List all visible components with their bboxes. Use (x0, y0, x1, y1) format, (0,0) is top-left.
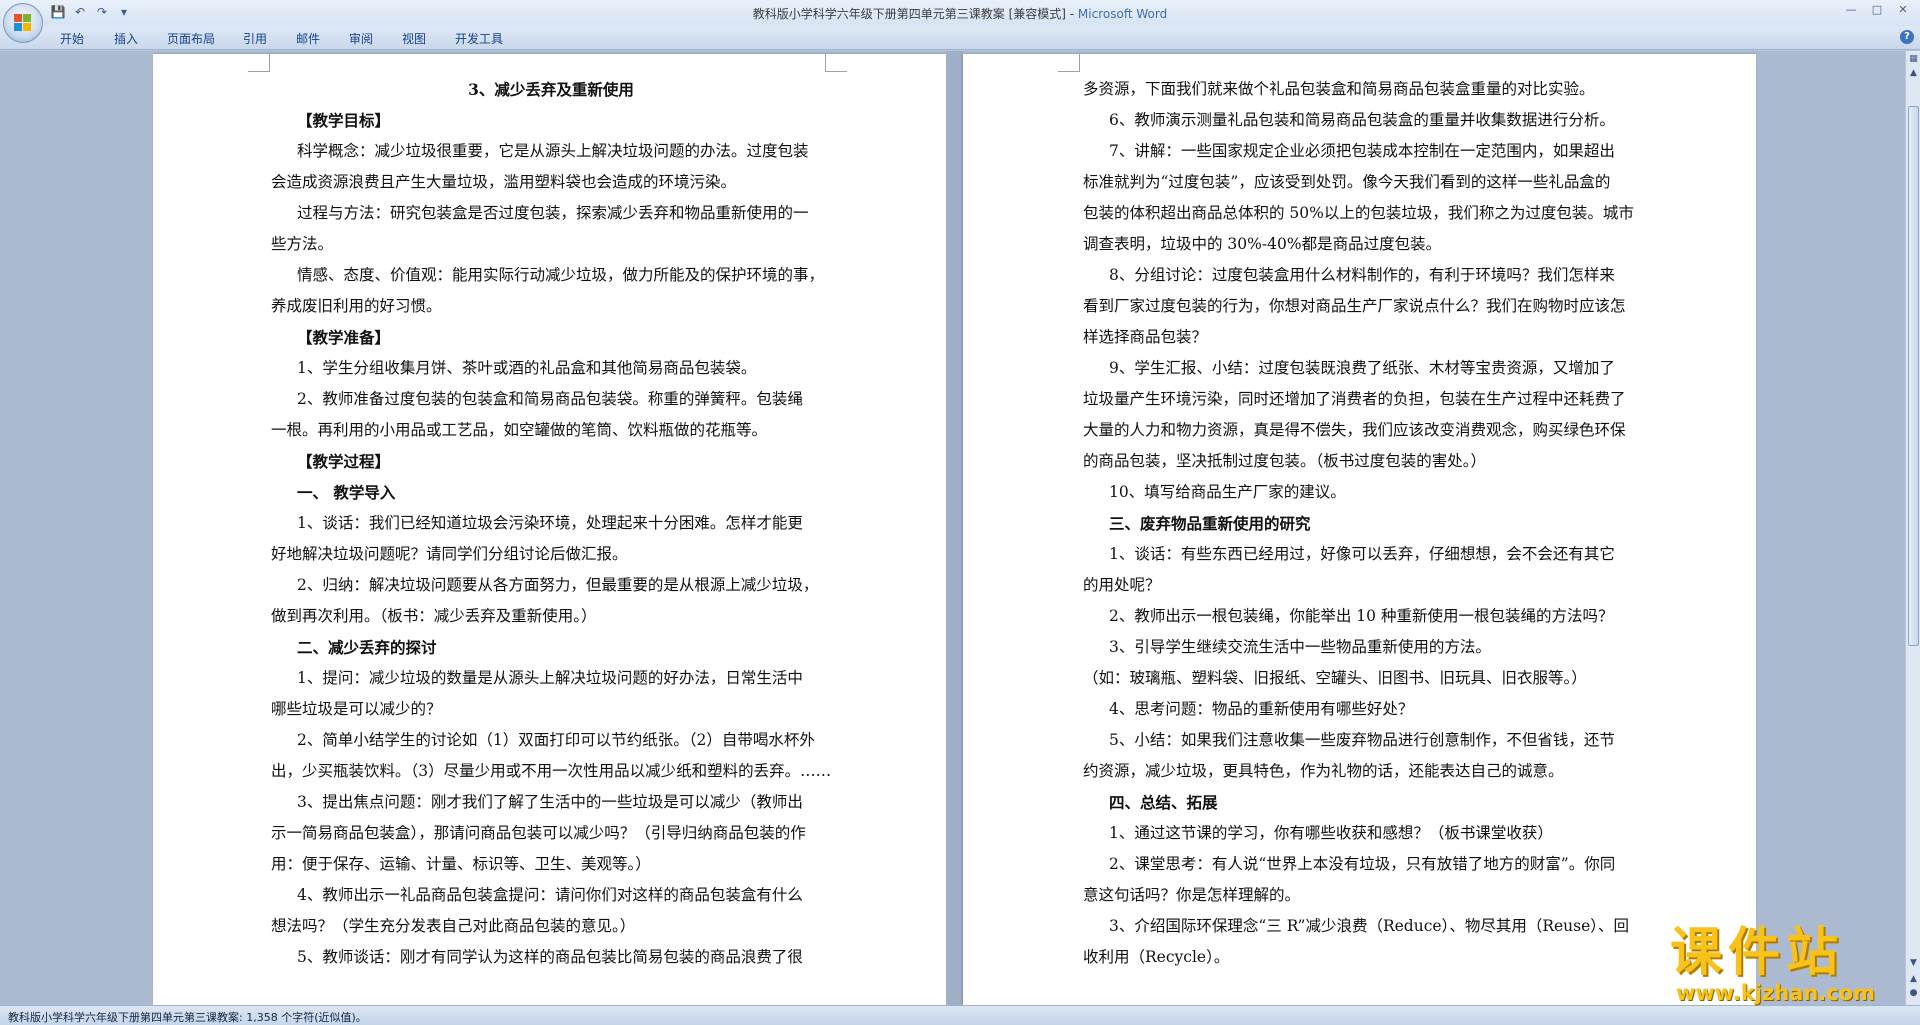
tab-view[interactable]: 视图 (402, 30, 426, 47)
text-line: 看到厂家过度包装的行为，你想对商品生产厂家说点什么？我们在购物时应该怎 (1083, 297, 1626, 315)
text-line: 3、提出焦点问题：刚才我们了解了生活中的一些垃圾是可以减少（教师出 (297, 793, 803, 811)
status-text: 教科版小学科学六年级下册第四单元第三课教案: 1,358 个字符(近似值)。 (8, 1011, 367, 1024)
text-line: 【教学过程】 (297, 452, 391, 471)
text-line: 4、思考问题：物品的重新使用有哪些好处？ (1109, 700, 1414, 718)
text-line: 2、课堂思考：有人说“世界上本没有垃圾，只有放错了地方的财富”。你同 (1109, 855, 1616, 873)
document-title: 教科版小学科学六年级下册第四单元第三课教案 [兼容模式] - (752, 7, 1078, 21)
tab-references[interactable]: 引用 (243, 30, 267, 47)
text-line: 1、谈话：我们已经知道垃圾会污染环境，处理起来十分困难。怎样才能更 (297, 514, 803, 532)
left-page-text[interactable]: 3、减少丢弃及重新使用【教学目标】科学概念：减少垃圾很重要，它是从源头上解决垃圾… (271, 74, 831, 973)
page-gap (946, 51, 963, 1005)
help-icon[interactable]: ? (1900, 30, 1914, 44)
text-line: 四、总结、拓展 (1109, 793, 1218, 812)
minimize-icon[interactable]: — (1840, 2, 1862, 18)
text-line: 哪些垃圾是可以减少的？ (271, 700, 442, 718)
document-workspace: 3、减少丢弃及重新使用【教学目标】科学概念：减少垃圾很重要，它是从源头上解决垃圾… (0, 51, 1905, 1005)
text-line: 想法吗？（学生充分发表自己对此商品包装的意见。） (271, 917, 636, 935)
text-line: 5、教师谈话：刚才有同学认为这样的商品包装比简易包装的商品浪费了很 (297, 948, 803, 966)
text-line: 示一简易商品包装盒），那请问商品包装可以减少吗？（引导归纳商品包装的作 (271, 824, 806, 842)
text-line: 过程与方法：研究包装盒是否过度包装，探索减少丢弃和物品重新使用的一 (297, 204, 809, 222)
app-name: Microsoft Word (1077, 7, 1168, 21)
text-line: 好地解决垃圾问题呢？请同学们分组讨论后做汇报。 (271, 545, 628, 563)
vertical-scrollbar[interactable]: ▦ ▲ ▼ ▲ ● (1905, 51, 1920, 1005)
text-line: 多资源，下面我们就来做个礼品包装盒和简易商品包装盒重量的对比实验。 (1083, 80, 1595, 98)
text-line: 大量的人力和物力资源，真是得不偿失，我们应该改变消费观念，购买绿色环保 (1083, 421, 1626, 439)
text-line: 用：便于保存、运输、计量、标识等、卫生、美观等。） (271, 855, 651, 873)
scroll-up-icon[interactable]: ▲ (1907, 67, 1920, 79)
text-line: 1、学生分组收集月饼、茶叶或酒的礼品盒和其他简易商品包装袋。 (297, 359, 757, 377)
text-line: 做到再次利用。（板书：减少丢弃及重新使用。） (271, 607, 597, 625)
text-line: 6、教师演示测量礼品包装和简易商品包装盒的重量并收集数据进行分析。 (1109, 111, 1615, 129)
text-line: 垃圾量产生环境污染，同时还增加了消费者的负担，包装在生产过程中还耗费了 (1083, 390, 1626, 408)
tab-mailings[interactable]: 邮件 (296, 30, 320, 47)
right-page-text[interactable]: 多资源，下面我们就来做个礼品包装盒和简易商品包装盒重量的对比实验。 6、教师演示测… (1083, 74, 1643, 973)
text-line: 2、教师出示一根包装绳，你能举出 10 种重新使用一根包装绳的方法吗？ (1109, 607, 1614, 625)
text-line: 意这句话吗？你是怎样理解的。 (1083, 886, 1301, 904)
text-line: 的用处呢？ (1083, 576, 1161, 594)
text-line: 一根。再利用的小用品或工艺品，如空罐做的笔筒、饮料瓶做的花瓶等。 (271, 421, 768, 439)
office-button[interactable] (3, 3, 43, 43)
text-line: 1、提问：减少垃圾的数量是从源头上解决垃圾问题的好办法，日常生活中 (297, 669, 803, 687)
text-line: 约资源，减少垃圾，更具特色，作为礼物的话，还能表达自己的诚意。 (1083, 762, 1564, 780)
crop-mark (248, 54, 270, 72)
text-line: 一、 教学导入 (297, 483, 396, 502)
page-left: 3、减少丢弃及重新使用【教学目标】科学概念：减少垃圾很重要，它是从源头上解决垃圾… (153, 54, 946, 1005)
text-line: 样选择商品包装？ (1083, 328, 1208, 346)
ribbon-tabs: 开始 插入 页面布局 引用 邮件 审阅 视图 开发工具 ? (0, 26, 1920, 50)
text-line: 调查表明，垃圾中的 30%-40%都是商品过度包装。 (1083, 235, 1442, 253)
status-bar: 教科版小学科学六年级下册第四单元第三课教案: 1,358 个字符(近似值)。 (0, 1005, 1920, 1025)
ruler-toggle-icon[interactable]: ▦ (1907, 53, 1920, 65)
tab-developer[interactable]: 开发工具 (455, 30, 503, 47)
office-logo-icon (14, 14, 32, 32)
page-right: 多资源，下面我们就来做个礼品包装盒和简易商品包装盒重量的对比实验。 6、教师演示测… (963, 54, 1756, 1005)
title-bar: 💾 ↶ ↷ ▾ 教科版小学科学六年级下册第四单元第三课教案 [兼容模式] - M… (0, 0, 1920, 26)
text-line: 7、讲解：一些国家规定企业必须把包装成本控制在一定范围内，如果超出 (1109, 142, 1615, 160)
tab-insert[interactable]: 插入 (114, 30, 138, 47)
maximize-icon[interactable]: □ (1866, 2, 1888, 18)
scrollbar-thumb[interactable] (1908, 106, 1919, 646)
text-line: 9、学生汇报、小结：过度包装既浪费了纸张、木材等宝贵资源，又增加了 (1109, 359, 1615, 377)
text-line: 包装的体积超出商品总体积的 50%以上的包装垃圾，我们称之为过度包装。城市 (1083, 204, 1634, 222)
window-controls: — □ ✕ (1840, 2, 1914, 18)
text-line: 【教学准备】 (297, 328, 391, 347)
text-line: （如：玻璃瓶、塑料袋、旧报纸、空罐头、旧图书、旧玩具、旧衣服等。） (1083, 669, 1587, 687)
text-line: 会造成资源浪费且产生大量垃圾，滥用塑料袋也会造成的环境污染。 (271, 173, 737, 191)
tab-home[interactable]: 开始 (60, 30, 84, 47)
text-line: 3、介绍国际环保理念“三 R”减少浪费（Reduce）、物尽其用（Reuse）、… (1109, 917, 1630, 935)
text-line: 情感、态度、价值观：能用实际行动减少垃圾，做力所能及的保护环境的事， (297, 266, 825, 284)
tab-page-layout[interactable]: 页面布局 (167, 30, 215, 47)
kjzhan-watermark-logo: 课件站 www.kjzhan.com (1670, 925, 1910, 1005)
window-title: 教科版小学科学六年级下册第四单元第三课教案 [兼容模式] - Microsoft… (0, 5, 1920, 22)
crop-mark (1058, 54, 1080, 72)
text-line: 8、分组讨论：过度包装盒用什么材料制作的，有利于环境吗？我们怎样来 (1109, 266, 1615, 284)
text-line: 3、引导学生继续交流生活中一些物品重新使用的方法。 (1109, 638, 1491, 656)
close-icon[interactable]: ✕ (1892, 2, 1914, 18)
text-line: 出，少买瓶装饮料。（3）尽量少用或不用一次性用品以减少纸和塑料的丢弃。…… (271, 762, 831, 780)
text-line: 【教学目标】 (297, 111, 391, 130)
text-line: 的商品包装，坚决抵制过度包装。（板书过度包装的害处。） (1083, 452, 1487, 470)
watermark-url: www.kjzhan.com (1676, 981, 1876, 1005)
text-line: 2、简单小结学生的讨论如（1）双面打印可以节约纸张。（2）自带喝水杯外 (297, 731, 815, 749)
text-line: 2、教师准备过度包装的包装盒和简易商品包装袋。称重的弹簧秤。包装绳 (297, 390, 803, 408)
text-line: 些方法。 (271, 235, 334, 253)
text-line: 10、填写给商品生产厂家的建议。 (1109, 483, 1346, 501)
text-line: 三、废弃物品重新使用的研究 (1109, 514, 1311, 533)
text-line: 2、归纳：解决垃圾问题要从各方面努力，但最重要的是从根源上减少垃圾， (297, 576, 819, 594)
text-line: 5、小结：如果我们注意收集一些废弃物品进行创意制作，不但省钱，还节 (1109, 731, 1615, 749)
text-line: 收利用（Recycle）。 (1083, 948, 1230, 966)
text-line: 二、减少丢弃的探讨 (297, 638, 437, 657)
text-line: 4、教师出示一礼品商品包装盒提问：请问你们对这样的商品包装盒有什么 (297, 886, 803, 904)
crop-mark (825, 54, 847, 72)
text-line: 3、减少丢弃及重新使用 (468, 80, 634, 99)
tab-review[interactable]: 审阅 (349, 30, 373, 47)
watermark-title: 课件站 (1670, 923, 1845, 983)
text-line: 养成废旧利用的好习惯。 (271, 297, 442, 315)
text-line: 1、谈话：有些东西已经用过，好像可以丢弃，仔细想想，会不会还有其它 (1109, 545, 1615, 563)
text-line: 科学概念：减少垃圾很重要，它是从源头上解决垃圾问题的办法。过度包装 (297, 142, 809, 160)
text-line: 1、通过这节课的学习，你有哪些收获和感想？（板书课堂收获） (1109, 824, 1553, 842)
text-line: 标准就判为“过度包装”，应该受到处罚。像今天我们看到的这样一些礼品盒的 (1083, 173, 1611, 191)
